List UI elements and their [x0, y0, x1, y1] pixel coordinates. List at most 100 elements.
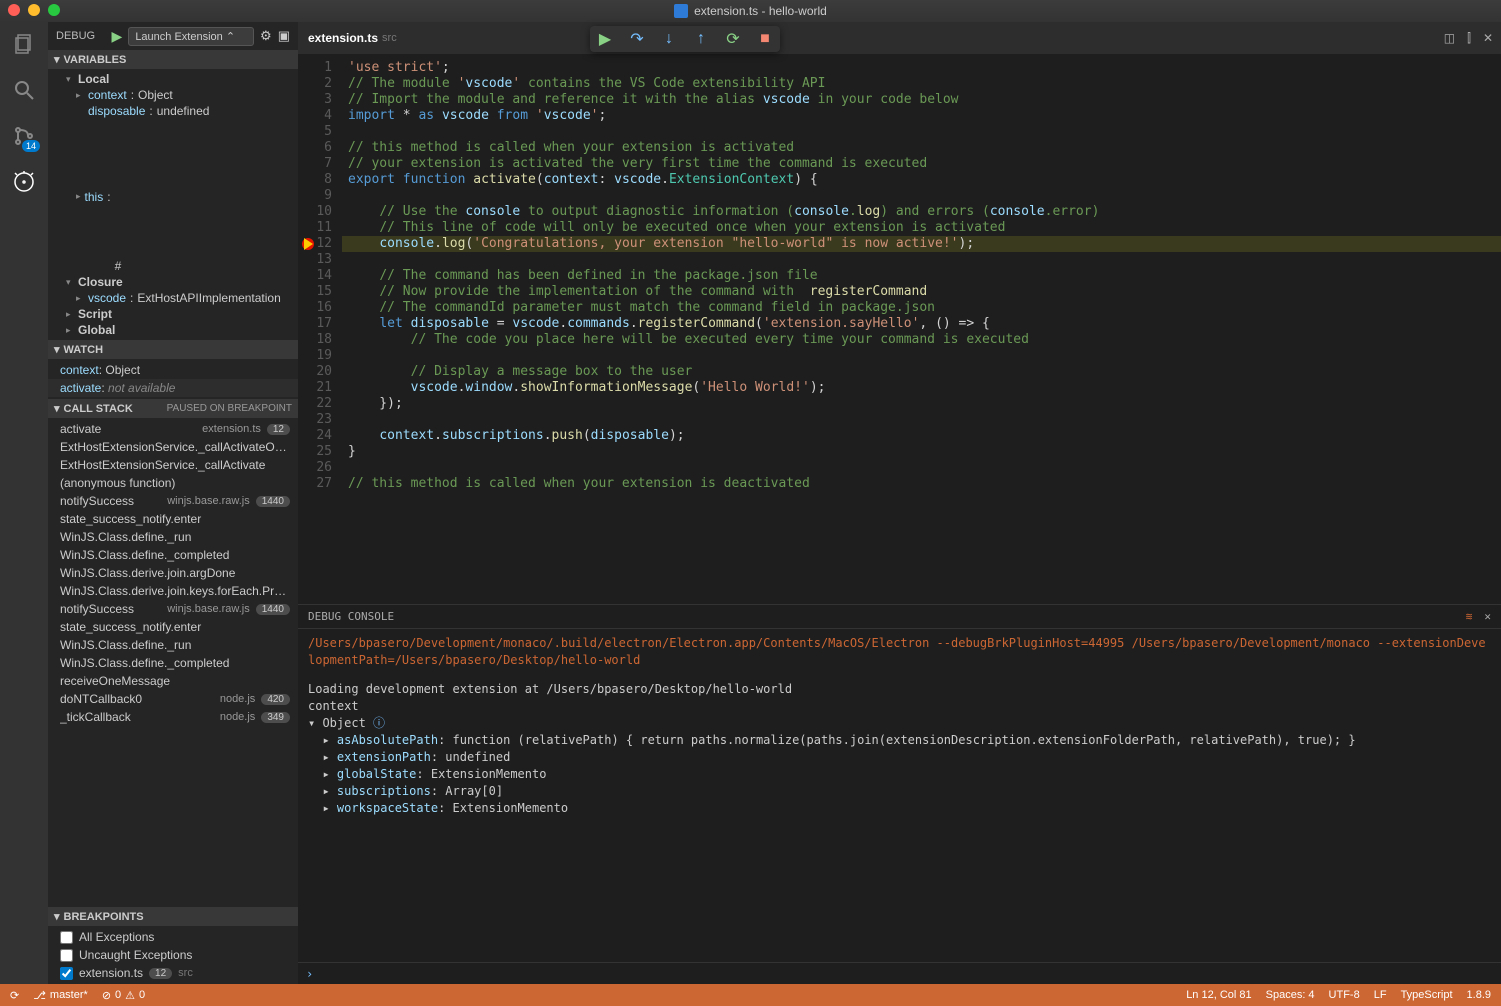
watch-header[interactable]: ▾ WATCH	[48, 340, 298, 359]
launch-config-select[interactable]: Launch Extension ⌃	[128, 27, 254, 46]
stack-frame[interactable]: WinJS.Class.define._run	[48, 636, 298, 654]
debug-console-title: DEBUG CONSOLE	[308, 610, 394, 623]
search-icon[interactable]	[10, 76, 38, 104]
continue-button[interactable]: ▶	[596, 30, 614, 48]
debug-console-input[interactable]: ›	[298, 962, 1501, 984]
tab-filename: extension.ts	[308, 31, 378, 45]
filter-icon[interactable]: ≋	[1466, 610, 1473, 623]
console-prop[interactable]: ▸ extensionPath: undefined	[308, 749, 1491, 766]
restart-button[interactable]: ⟳	[724, 30, 742, 48]
stack-frame[interactable]: receiveOneMessage	[48, 672, 298, 690]
window-titlebar: extension.ts - hello-world	[0, 0, 1501, 22]
console-prop[interactable]: ▸ workspaceState: ExtensionMemento	[308, 800, 1491, 817]
var-row[interactable]: disposable: undefined	[48, 103, 298, 119]
tab-bar: extension.ts src ◫ ⫿ ✕	[298, 22, 1501, 54]
stack-frame[interactable]: ExtHostExtensionService._callActivate	[48, 456, 298, 474]
status-bar: ⟳ ⎇ master* ⊘ 0 ⚠ 0 Ln 12, Col 81 Spaces…	[0, 984, 1501, 1006]
stack-frame[interactable]: WinJS.Class.define._run	[48, 528, 298, 546]
breakpoints-section: ▾ BREAKPOINTS All Exceptions Uncaught Ex…	[48, 907, 298, 984]
stack-frame[interactable]: _tickCallbacknode.js349	[48, 708, 298, 726]
debug-icon[interactable]	[10, 168, 38, 196]
debug-console: DEBUG CONSOLE ≋ ✕ /Users/bpasero/Develop…	[298, 604, 1501, 984]
close-editor-icon[interactable]: ✕	[1483, 31, 1493, 46]
console-context-line: context	[308, 698, 1491, 715]
maximize-icon[interactable]	[48, 4, 60, 16]
activity-bar: 14	[0, 22, 48, 984]
breakpoints-header[interactable]: ▾ BREAKPOINTS	[48, 907, 298, 926]
debug-console-body[interactable]: /Users/bpasero/Development/monaco/.build…	[298, 629, 1501, 962]
variables-section: ▾ VARIABLES ▾Local▸context: Objectdispos…	[48, 50, 298, 340]
git-icon[interactable]: 14	[10, 122, 38, 150]
variables-header[interactable]: ▾ VARIABLES	[48, 50, 298, 69]
traffic-lights[interactable]	[8, 4, 60, 16]
close-icon[interactable]	[8, 4, 20, 16]
debug-sidebar: DEBUG ▶ Launch Extension ⌃ ⚙ ▣ ▾ VARIABL…	[48, 22, 298, 984]
stack-frame[interactable]: WinJS.Class.define._completed	[48, 654, 298, 672]
debug-console-header[interactable]: DEBUG CONSOLE ≋ ✕	[298, 605, 1501, 629]
scope-closure[interactable]: ▾Closure	[48, 274, 298, 290]
console-prop[interactable]: ▸ asAbsolutePath: function (relativePath…	[308, 732, 1491, 749]
step-into-button[interactable]: ↓	[660, 30, 678, 48]
step-over-button[interactable]: ↷	[628, 30, 646, 48]
stack-frame[interactable]: state_success_notify.enter	[48, 510, 298, 528]
watch-row[interactable]: context: Object	[48, 361, 298, 379]
code-editor[interactable]: 1234567891011121314151617181920212223242…	[298, 54, 1501, 604]
gear-icon[interactable]: ⚙	[260, 28, 272, 44]
git-badge: 14	[22, 140, 40, 152]
toggle-panel-icon[interactable]: ⫿	[1467, 31, 1471, 46]
callstack-header[interactable]: ▾ CALL STACKPAUSED ON BREAKPOINT	[48, 399, 298, 418]
stack-frame[interactable]: notifySuccesswinjs.base.raw.js1440	[48, 492, 298, 510]
editor-area: extension.ts src ◫ ⫿ ✕ ▶ ↷ ↓ ↑ ⟳ ■ 12345…	[298, 22, 1501, 984]
breakpoint-row[interactable]: All Exceptions	[48, 928, 298, 946]
stack-frame[interactable]: state_success_notify.enter	[48, 618, 298, 636]
execution-pointer-icon	[304, 238, 313, 250]
code-body[interactable]: 'use strict';// The module 'vscode' cont…	[342, 54, 1501, 604]
console-prop[interactable]: ▸ globalState: ExtensionMemento	[308, 766, 1491, 783]
window-title: extension.ts - hello-world	[694, 4, 827, 18]
breakpoint-row[interactable]: extension.ts 12 src	[48, 964, 298, 982]
status-encoding[interactable]: UTF-8	[1329, 989, 1360, 1001]
stack-frame[interactable]: (anonymous function)	[48, 474, 298, 492]
step-out-button[interactable]: ↑	[692, 30, 710, 48]
stack-frame[interactable]: notifySuccesswinjs.base.raw.js1440	[48, 600, 298, 618]
watch-row[interactable]: activate: not available	[48, 379, 298, 397]
split-editor-icon[interactable]: ◫	[1444, 31, 1455, 46]
scope-script[interactable]: ▸Script	[48, 306, 298, 322]
debug-toolbar[interactable]: ▶ ↷ ↓ ↑ ⟳ ■	[590, 26, 780, 52]
stack-frame[interactable]: WinJS.Class.derive.join.argDone	[48, 564, 298, 582]
stack-frame[interactable]: WinJS.Class.derive.join.keys.forEach.Pro…	[48, 582, 298, 600]
status-eol[interactable]: LF	[1374, 989, 1387, 1001]
stack-frame[interactable]: WinJS.Class.define._completed	[48, 546, 298, 564]
breakpoint-row[interactable]: Uncaught Exceptions	[48, 946, 298, 964]
status-cursor[interactable]: Ln 12, Col 81	[1186, 989, 1251, 1001]
repl-icon[interactable]: ▣	[278, 28, 290, 44]
status-sync[interactable]: ⟳	[10, 989, 19, 1002]
status-version[interactable]: 1.8.9	[1467, 989, 1491, 1001]
var-row[interactable]: ▸this: #	[48, 119, 298, 274]
status-spaces[interactable]: Spaces: 4	[1266, 989, 1315, 1001]
explorer-icon[interactable]	[10, 30, 38, 58]
close-console-icon[interactable]: ✕	[1484, 610, 1491, 623]
tab-extension-ts[interactable]: extension.ts src	[308, 31, 397, 45]
var-row[interactable]: ▸vscode: ExtHostAPIImplementation	[48, 290, 298, 306]
stack-frame[interactable]: ExtHostExtensionService._callActivateOpt…	[48, 438, 298, 456]
debug-header: DEBUG ▶ Launch Extension ⌃ ⚙ ▣	[48, 22, 298, 50]
watch-section: ▾ WATCH context: Objectactivate: not ava…	[48, 340, 298, 399]
minimize-icon[interactable]	[28, 4, 40, 16]
status-language[interactable]: TypeScript	[1401, 989, 1453, 1001]
scope-global[interactable]: ▸Global	[48, 322, 298, 338]
stack-frame[interactable]: doNTCallback0node.js420	[48, 690, 298, 708]
console-object-line[interactable]: ▾ Object ⓘ	[308, 715, 1491, 732]
line-gutter: 1234567891011121314151617181920212223242…	[298, 54, 342, 604]
status-branch[interactable]: ⎇ master*	[33, 989, 88, 1002]
scope-local[interactable]: ▾Local	[48, 71, 298, 87]
stop-button[interactable]: ■	[756, 30, 774, 48]
app-file-icon	[674, 4, 688, 18]
console-prop[interactable]: ▸ subscriptions: Array[0]	[308, 783, 1491, 800]
start-debug-button[interactable]: ▶	[112, 28, 123, 45]
var-row[interactable]: ▸context: Object	[48, 87, 298, 103]
stack-frame[interactable]: activateextension.ts12	[48, 420, 298, 438]
console-launch-line: /Users/bpasero/Development/monaco/.build…	[308, 635, 1491, 669]
tab-dir: src	[382, 32, 397, 44]
status-errors[interactable]: ⊘ 0 ⚠ 0	[102, 989, 145, 1002]
